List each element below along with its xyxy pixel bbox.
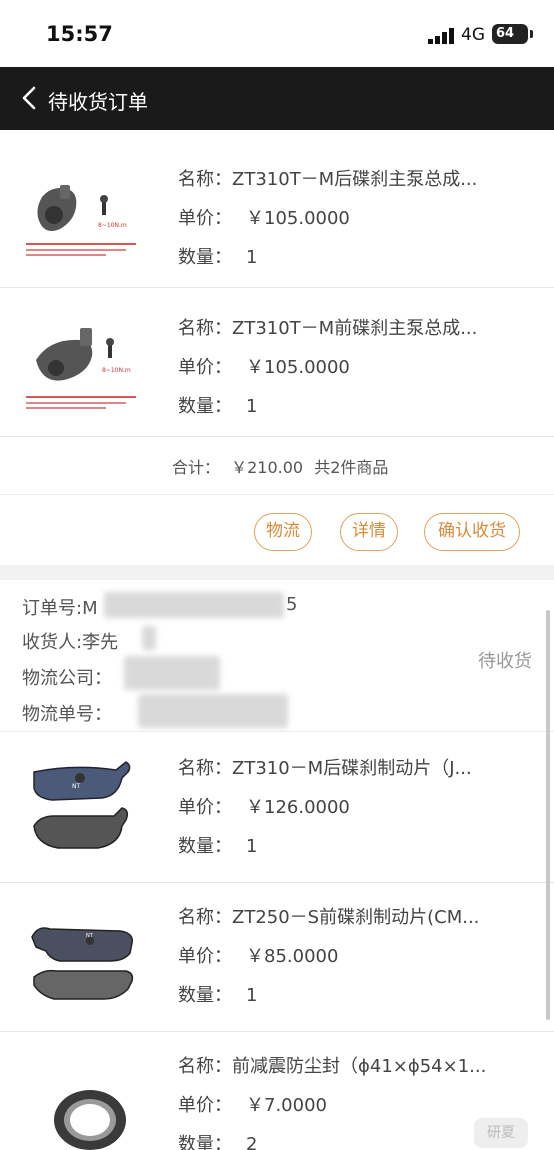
- order-card-1: 8~10N.m 名称：ZT310T－M后碟刹主泵总成... 单价： ￥105.00…: [0, 130, 554, 565]
- item-count: 共2件商品: [314, 458, 389, 477]
- order-info[interactable]: 订单号:M 5 收货人:李先 物流公司： 物流单号：: [0, 580, 554, 732]
- details-button[interactable]: 详情: [340, 513, 398, 551]
- brake-master-cylinder-image: 8~10N.m: [20, 157, 148, 269]
- product-quantity: 数量： 1: [178, 836, 258, 857]
- dust-seal-image: [20, 1050, 148, 1150]
- redacted-company: [124, 656, 220, 690]
- logistics-button[interactable]: 物流: [254, 513, 312, 551]
- redacted-receiver: [142, 626, 156, 650]
- tracking-number: 物流单号：: [22, 704, 112, 725]
- brake-pad-image: NT: [20, 752, 148, 864]
- product-item[interactable]: NT 名称：ZT250－S前碟刹制动片(CM... 单价： ￥85.0000 数量…: [0, 883, 554, 1032]
- order-card-2: 订单号:M 5 收货人:李先 物流公司： 物流单号： NT 名称：ZT310－M…: [0, 580, 554, 1150]
- order-total: 合计： ￥210.00 共2件商品: [0, 437, 554, 495]
- brake-master-cylinder-image: 8~10N.m: [20, 306, 148, 418]
- product-item[interactable]: 名称：前减震防尘封（ϕ41×ϕ54×1... 单价： ￥7.0000 数量： 2: [0, 1032, 554, 1150]
- product-quantity: 数量： 1: [178, 396, 258, 417]
- page-title: 待收货订单: [48, 90, 148, 114]
- product-quantity: 数量： 1: [178, 985, 258, 1006]
- redacted-tracking: [138, 694, 288, 728]
- network-type: 4G: [461, 25, 485, 45]
- battery-icon: 64: [492, 24, 533, 44]
- product-price: 单价： ￥105.0000: [178, 357, 350, 378]
- product-name: 名称：ZT310－M后碟刹制动片（J...: [178, 758, 472, 779]
- product-item[interactable]: 8~10N.m 名称：ZT310T－M前碟刹主泵总成... 单价： ￥105.00…: [0, 288, 554, 437]
- product-name: 名称：前减震防尘封（ϕ41×ϕ54×1...: [178, 1056, 487, 1077]
- brake-pad-image: NT: [20, 901, 148, 1013]
- svg-text:8~10N.m: 8~10N.m: [102, 367, 131, 374]
- back-chevron-icon[interactable]: [16, 83, 46, 113]
- signal-icon: [428, 28, 454, 44]
- nav-bar: 待收货订单: [0, 67, 554, 130]
- total-value: ￥210.00: [231, 458, 304, 477]
- product-item[interactable]: NT 名称：ZT310－M后碟刹制动片（J... 单价： ￥126.0000 数量…: [0, 734, 554, 883]
- product-name: 名称：ZT310T－M前碟刹主泵总成...: [178, 318, 478, 339]
- svg-text:NT: NT: [86, 933, 94, 939]
- order-number-suffix: 5: [286, 594, 298, 615]
- svg-text:8~10N.m: 8~10N.m: [98, 222, 127, 229]
- confirm-receipt-button[interactable]: 确认收货: [424, 513, 520, 551]
- product-price: 单价： ￥126.0000: [178, 797, 350, 818]
- svg-text:NT: NT: [72, 783, 80, 790]
- product-name: 名称：ZT310T－M后碟刹主泵总成...: [178, 169, 478, 190]
- order-number: 订单号:M: [22, 598, 98, 619]
- product-item[interactable]: 8~10N.m 名称：ZT310T－M后碟刹主泵总成... 单价： ￥105.00…: [0, 139, 554, 288]
- redacted-order-number: [104, 592, 284, 618]
- scrollbar[interactable]: [546, 610, 550, 1020]
- watermark: 研夏: [474, 1118, 528, 1148]
- order-status: 待收货: [478, 651, 532, 672]
- product-name: 名称：ZT250－S前碟刹制动片(CM...: [178, 907, 480, 928]
- product-price: 单价： ￥85.0000: [178, 946, 339, 967]
- product-price: 单价： ￥105.0000: [178, 208, 350, 229]
- receiver: 收货人:李先: [22, 632, 119, 653]
- product-quantity: 数量： 1: [178, 247, 258, 268]
- product-price: 单价： ￥7.0000: [178, 1095, 327, 1116]
- status-time: 15:57: [46, 22, 113, 46]
- status-bar: 15:57 4G 64: [0, 0, 554, 67]
- logistics-company: 物流公司：: [22, 668, 112, 689]
- total-label: 合计：: [172, 458, 221, 477]
